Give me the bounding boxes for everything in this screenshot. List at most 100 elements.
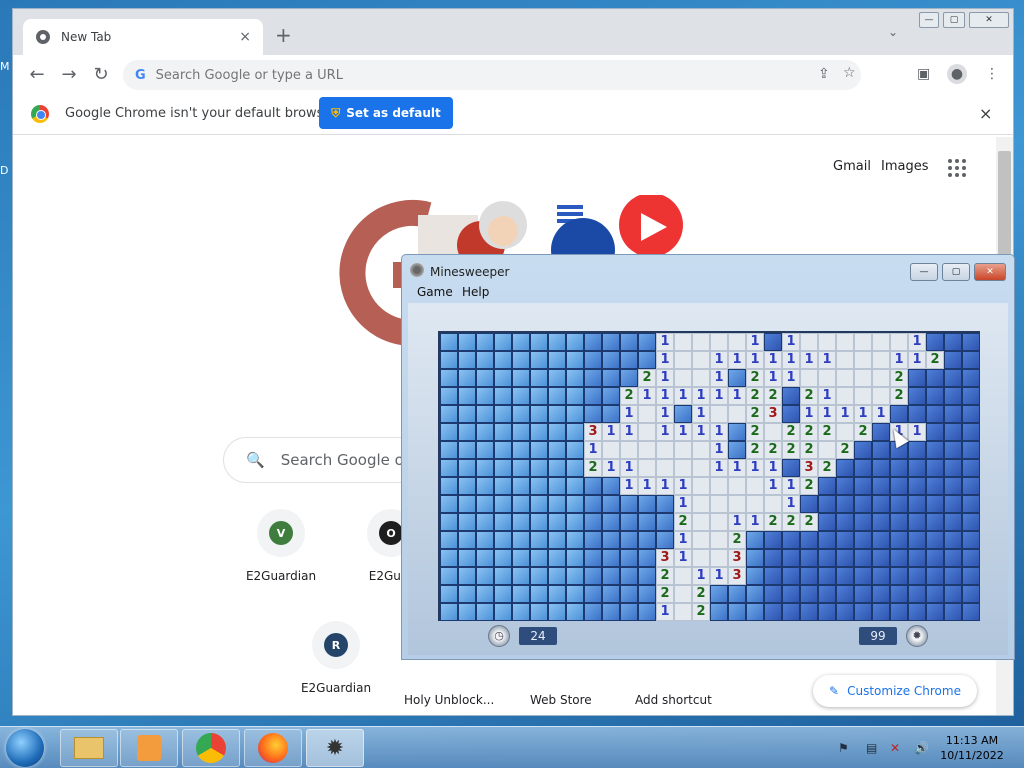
unrevealed-cell[interactable] (530, 567, 548, 585)
unrevealed-cell[interactable] (638, 531, 656, 549)
revealed-empty-cell[interactable] (692, 441, 710, 459)
revealed-number-cell[interactable]: 1 (854, 405, 872, 423)
unrevealed-cell[interactable] (494, 441, 512, 459)
revealed-number-cell[interactable]: 1 (638, 387, 656, 405)
revealed-number-cell[interactable]: 1 (620, 459, 638, 477)
revealed-number-cell[interactable]: 1 (908, 351, 926, 369)
unrevealed-cell[interactable] (890, 531, 908, 549)
revealed-number-cell[interactable]: 1 (656, 423, 674, 441)
revealed-empty-cell[interactable] (872, 387, 890, 405)
unrevealed-cell[interactable] (674, 405, 692, 423)
unrevealed-cell[interactable] (890, 405, 908, 423)
unrevealed-cell[interactable] (728, 585, 746, 603)
unrevealed-cell[interactable] (476, 531, 494, 549)
unrevealed-cell[interactable] (530, 531, 548, 549)
unrevealed-cell[interactable] (620, 369, 638, 387)
unrevealed-cell[interactable] (548, 423, 566, 441)
unrevealed-cell[interactable] (512, 585, 530, 603)
unrevealed-cell[interactable] (494, 603, 512, 621)
revealed-number-cell[interactable]: 3 (800, 459, 818, 477)
unrevealed-cell[interactable] (818, 585, 836, 603)
unrevealed-cell[interactable] (908, 513, 926, 531)
unrevealed-cell[interactable] (872, 441, 890, 459)
shortcut-tile[interactable]: R E2Guardian (286, 621, 386, 695)
revealed-number-cell[interactable]: 1 (728, 459, 746, 477)
unrevealed-cell[interactable] (782, 603, 800, 621)
revealed-number-cell[interactable]: 1 (764, 369, 782, 387)
unrevealed-cell[interactable] (548, 513, 566, 531)
unrevealed-cell[interactable] (548, 387, 566, 405)
unrevealed-cell[interactable] (440, 603, 458, 621)
revealed-number-cell[interactable]: 1 (674, 495, 692, 513)
revealed-number-cell[interactable]: 1 (710, 441, 728, 459)
unrevealed-cell[interactable] (944, 603, 962, 621)
unrevealed-cell[interactable] (872, 531, 890, 549)
revealed-number-cell[interactable]: 1 (602, 423, 620, 441)
unrevealed-cell[interactable] (584, 369, 602, 387)
unrevealed-cell[interactable] (530, 351, 548, 369)
unrevealed-cell[interactable] (944, 549, 962, 567)
taskbar-chrome[interactable] (182, 729, 240, 767)
unrevealed-cell[interactable] (800, 585, 818, 603)
unrevealed-cell[interactable] (800, 531, 818, 549)
profile-avatar-icon[interactable]: ● (947, 64, 967, 84)
revealed-number-cell[interactable]: 1 (710, 351, 728, 369)
unrevealed-cell[interactable] (476, 459, 494, 477)
revealed-number-cell[interactable]: 1 (674, 549, 692, 567)
unrevealed-cell[interactable] (548, 441, 566, 459)
unrevealed-cell[interactable] (782, 567, 800, 585)
address-input[interactable] (155, 67, 696, 83)
unrevealed-cell[interactable] (602, 495, 620, 513)
unrevealed-cell[interactable] (548, 405, 566, 423)
revealed-number-cell[interactable]: 2 (764, 441, 782, 459)
unrevealed-cell[interactable] (620, 495, 638, 513)
unrevealed-cell[interactable] (800, 495, 818, 513)
revealed-number-cell[interactable]: 2 (800, 423, 818, 441)
unrevealed-cell[interactable] (566, 513, 584, 531)
unrevealed-cell[interactable] (548, 549, 566, 567)
shortcut-label[interactable]: Holy Unblock... (404, 693, 494, 707)
unrevealed-cell[interactable] (476, 405, 494, 423)
unrevealed-cell[interactable] (494, 585, 512, 603)
unrevealed-cell[interactable] (440, 405, 458, 423)
revealed-number-cell[interactable]: 1 (602, 459, 620, 477)
unrevealed-cell[interactable] (440, 369, 458, 387)
unrevealed-cell[interactable] (926, 495, 944, 513)
tab-new-tab[interactable]: New Tab × (23, 19, 263, 55)
unrevealed-cell[interactable] (476, 585, 494, 603)
unrevealed-cell[interactable] (566, 441, 584, 459)
unrevealed-cell[interactable] (548, 585, 566, 603)
unrevealed-cell[interactable] (566, 369, 584, 387)
unrevealed-cell[interactable] (908, 441, 926, 459)
scrollbar-thumb[interactable] (998, 151, 1011, 261)
unrevealed-cell[interactable] (620, 513, 638, 531)
unrevealed-cell[interactable] (926, 387, 944, 405)
revealed-empty-cell[interactable] (836, 423, 854, 441)
unrevealed-cell[interactable] (602, 405, 620, 423)
revealed-empty-cell[interactable] (638, 459, 656, 477)
unrevealed-cell[interactable] (926, 603, 944, 621)
revealed-empty-cell[interactable] (692, 549, 710, 567)
revealed-number-cell[interactable]: 1 (746, 459, 764, 477)
unrevealed-cell[interactable] (854, 567, 872, 585)
unrevealed-cell[interactable] (854, 459, 872, 477)
revealed-empty-cell[interactable] (674, 585, 692, 603)
revealed-number-cell[interactable]: 1 (728, 387, 746, 405)
unrevealed-cell[interactable] (602, 351, 620, 369)
unrevealed-cell[interactable] (836, 567, 854, 585)
unrevealed-cell[interactable] (638, 495, 656, 513)
unrevealed-cell[interactable] (530, 333, 548, 351)
unrevealed-cell[interactable] (944, 387, 962, 405)
revealed-empty-cell[interactable] (674, 441, 692, 459)
unrevealed-cell[interactable] (566, 531, 584, 549)
revealed-number-cell[interactable]: 1 (656, 405, 674, 423)
unrevealed-cell[interactable] (494, 423, 512, 441)
unrevealed-cell[interactable] (548, 477, 566, 495)
unrevealed-cell[interactable] (782, 531, 800, 549)
unrevealed-cell[interactable] (458, 405, 476, 423)
unrevealed-cell[interactable] (602, 531, 620, 549)
unrevealed-cell[interactable] (944, 531, 962, 549)
unrevealed-cell[interactable] (710, 603, 728, 621)
unrevealed-cell[interactable] (458, 387, 476, 405)
unrevealed-cell[interactable] (548, 459, 566, 477)
